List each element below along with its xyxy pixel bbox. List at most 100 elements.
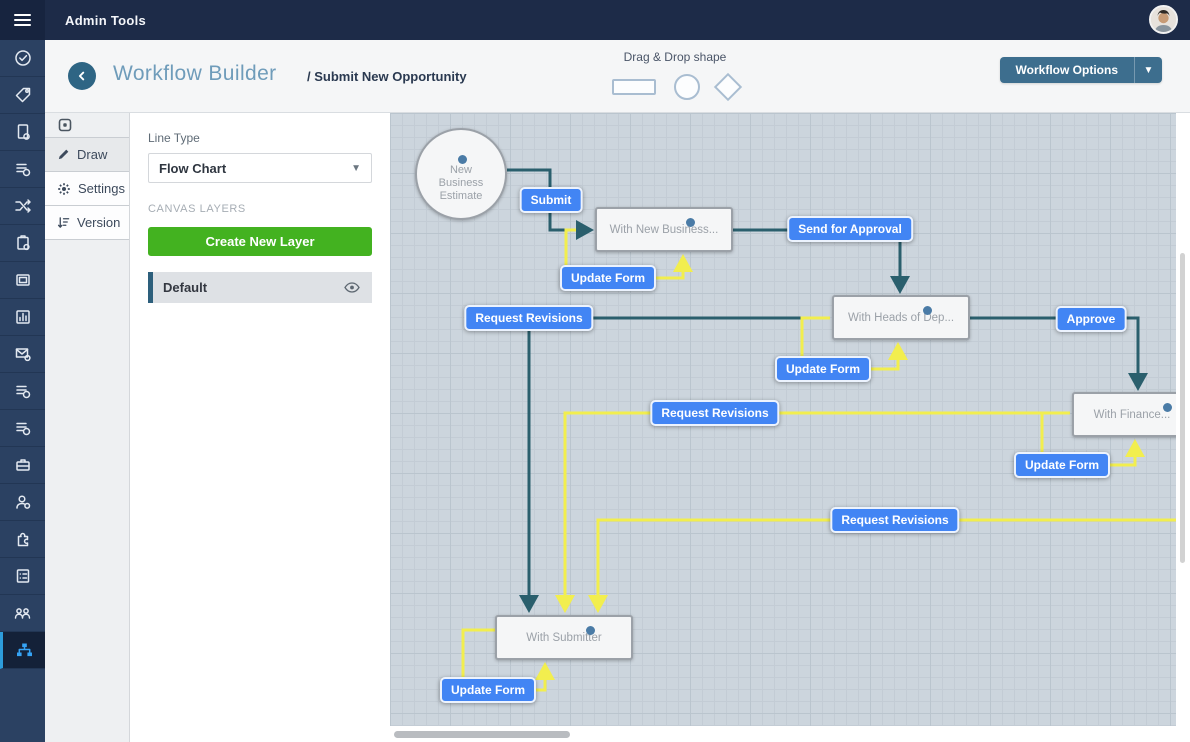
layer-row-default[interactable]: Default xyxy=(148,272,372,303)
sidebar-item-list-settings-2[interactable] xyxy=(0,373,45,410)
bar-chart-icon xyxy=(14,308,32,326)
sidebar-item-puzzle[interactable] xyxy=(0,521,45,558)
sidebar-item-tasks-check[interactable] xyxy=(0,40,45,77)
edge-label-send-for-approval[interactable]: Send for Approval xyxy=(787,216,913,242)
breadcrumb: / Submit New Opportunity xyxy=(307,69,467,84)
node-with-new-business[interactable]: With New Business... xyxy=(595,207,733,252)
tab-draw-label: Draw xyxy=(77,147,107,162)
panel-collapse-button[interactable] xyxy=(45,113,129,138)
create-new-layer-button[interactable]: Create New Layer xyxy=(148,227,372,256)
sidebar-item-clipboard-settings[interactable] xyxy=(0,225,45,262)
workflow-options-label[interactable]: Workflow Options xyxy=(1000,57,1134,83)
briefcase-icon xyxy=(14,456,32,474)
sidebar-item-tags[interactable] xyxy=(0,77,45,114)
edge-label-update-form-2[interactable]: Update Form xyxy=(775,356,871,382)
edge-label-request-revisions-1[interactable]: Request Revisions xyxy=(464,305,593,331)
sidebar-item-list-settings[interactable] xyxy=(0,151,45,188)
vertical-scrollbar-thumb[interactable] xyxy=(1180,253,1185,563)
sidebar-item-clipboard-list[interactable] xyxy=(0,558,45,595)
node-label: With Heads of Dep... xyxy=(848,312,954,324)
shape-palette: Drag & Drop shape xyxy=(565,50,785,105)
layer-visibility-toggle[interactable] xyxy=(344,282,360,293)
menu-toggle-button[interactable] xyxy=(0,0,45,40)
tab-version-label: Version xyxy=(77,215,120,230)
sidebar-item-image-frame[interactable] xyxy=(0,262,45,299)
user-avatar[interactable] xyxy=(1149,5,1178,34)
sidebar-item-user-settings[interactable] xyxy=(0,484,45,521)
app-title: Admin Tools xyxy=(65,13,146,28)
sidebar-item-mail-settings[interactable] xyxy=(0,336,45,373)
sidebar-item-workflow-builder[interactable] xyxy=(0,632,45,669)
list-gear-icon xyxy=(14,382,32,400)
node-with-finance[interactable]: With Finance... xyxy=(1072,392,1176,437)
document-gear-icon xyxy=(14,123,32,141)
node-port-dot xyxy=(923,306,932,315)
clipboard-list-icon xyxy=(14,567,32,585)
workflow-options-button[interactable]: Workflow Options ▼ xyxy=(1000,57,1162,83)
pencil-icon xyxy=(57,148,70,161)
node-label: With New Business... xyxy=(610,224,719,236)
edge-label-request-revisions-2[interactable]: Request Revisions xyxy=(650,400,779,426)
shuffle-icon xyxy=(14,197,32,215)
tag-icon xyxy=(14,86,32,104)
eye-icon xyxy=(344,282,360,293)
edge-label-update-form-3[interactable]: Update Form xyxy=(1014,452,1110,478)
workflow-canvas[interactable]: New Business Estimate With New Business.… xyxy=(390,113,1176,726)
line-type-value: Flow Chart xyxy=(159,161,226,176)
workflow-options-caret[interactable]: ▼ xyxy=(1134,57,1162,83)
list-gear-icon xyxy=(14,160,32,178)
vertical-scrollbar[interactable] xyxy=(1176,113,1190,726)
app-sidebar xyxy=(0,40,45,742)
chevron-down-icon: ▼ xyxy=(351,163,361,174)
edge-label-request-revisions-3[interactable]: Request Revisions xyxy=(830,507,959,533)
sidebar-item-shuffle[interactable] xyxy=(0,188,45,225)
sidebar-item-bar-chart[interactable] xyxy=(0,299,45,336)
focus-square-icon xyxy=(58,118,72,132)
line-type-select[interactable]: Flow Chart ▼ xyxy=(148,153,372,183)
node-label: With Finance... xyxy=(1094,409,1171,421)
sidebar-item-briefcase[interactable] xyxy=(0,447,45,484)
puzzle-icon xyxy=(14,530,32,548)
canvas-layers-heading: CANVAS LAYERS xyxy=(148,203,372,215)
page-title: Workflow Builder xyxy=(113,62,277,86)
tab-settings[interactable]: Settings xyxy=(45,172,129,206)
shape-palette-label: Drag & Drop shape xyxy=(565,50,785,64)
drag-shape-circle[interactable] xyxy=(674,74,700,100)
node-with-submitter[interactable]: With Submitter xyxy=(495,615,633,660)
tab-draw[interactable]: Draw xyxy=(45,138,129,172)
mail-gear-icon xyxy=(14,345,32,363)
node-port-dot xyxy=(1163,403,1172,412)
clipboard-gear-icon xyxy=(14,234,32,252)
edge-label-update-form-1[interactable]: Update Form xyxy=(560,265,656,291)
horizontal-scrollbar[interactable] xyxy=(390,726,1190,742)
edge-label-submit[interactable]: Submit xyxy=(520,187,583,213)
drag-shape-diamond[interactable] xyxy=(714,73,742,101)
org-chart-icon xyxy=(15,641,34,659)
sidebar-item-list-settings-3[interactable] xyxy=(0,410,45,447)
version-sort-icon xyxy=(57,216,70,229)
top-bar: Admin Tools xyxy=(45,0,1190,40)
avatar-photo xyxy=(1151,7,1176,32)
gear-icon xyxy=(57,182,71,196)
edge-label-update-form-4[interactable]: Update Form xyxy=(440,677,536,703)
back-button[interactable] xyxy=(68,62,96,90)
tab-version[interactable]: Version xyxy=(45,206,129,240)
page-header: Workflow Builder / Submit New Opportunit… xyxy=(45,40,1190,113)
tool-panel: Draw Settings Version Line Type Flow Cha… xyxy=(45,113,390,742)
drag-shape-rectangle[interactable] xyxy=(612,79,656,95)
tab-settings-label: Settings xyxy=(78,181,125,196)
sidebar-item-document-settings[interactable] xyxy=(0,114,45,151)
draw-panel-content: Line Type Flow Chart ▼ CANVAS LAYERS Cre… xyxy=(130,113,390,742)
chevron-left-icon xyxy=(76,70,88,82)
node-new-business-estimate[interactable]: New Business Estimate xyxy=(415,128,507,220)
horizontal-scrollbar-thumb[interactable] xyxy=(394,731,570,738)
layer-name: Default xyxy=(163,280,207,295)
sidebar-item-users[interactable] xyxy=(0,595,45,632)
edge-label-approve[interactable]: Approve xyxy=(1056,306,1127,332)
users-icon xyxy=(13,604,32,622)
user-gear-icon xyxy=(14,493,32,511)
canvas-area: New Business Estimate With New Business.… xyxy=(390,113,1190,742)
node-with-heads-of-dep[interactable]: With Heads of Dep... xyxy=(832,295,970,340)
node-port-dot xyxy=(686,218,695,227)
tasks-check-icon xyxy=(14,49,32,67)
